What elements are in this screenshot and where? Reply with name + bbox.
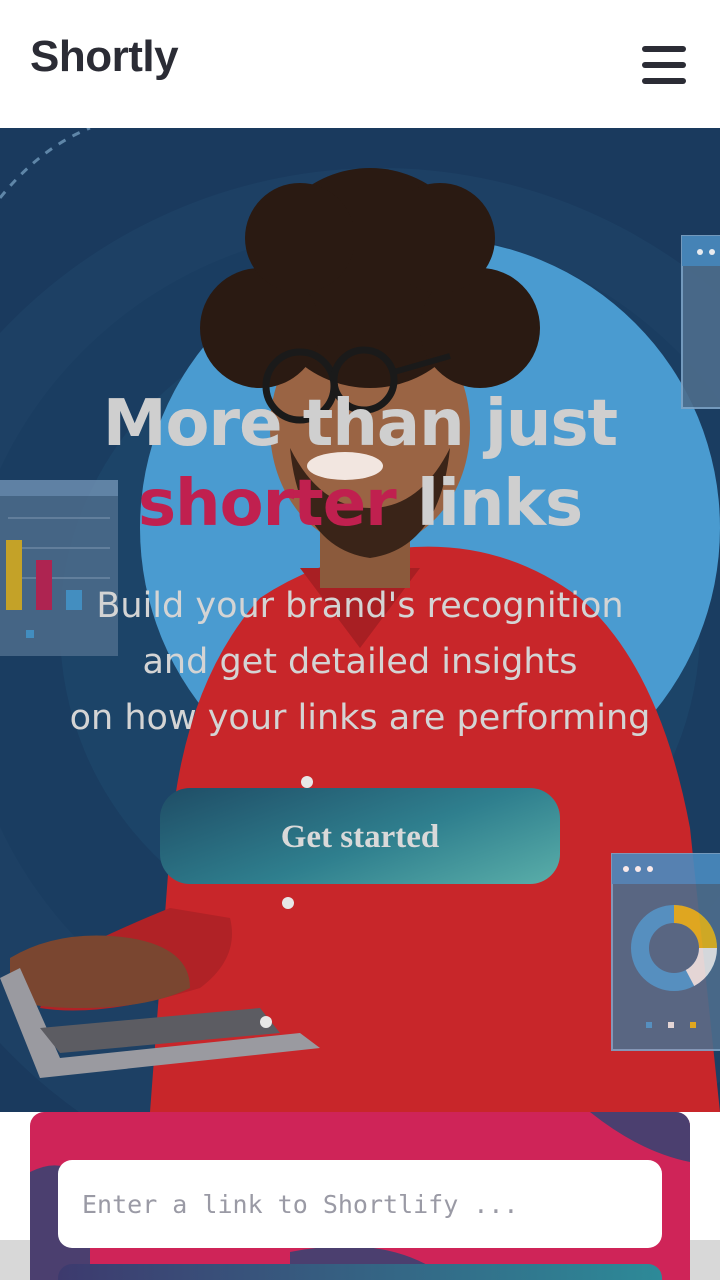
get-started-button[interactable]: Get started — [160, 788, 560, 884]
hair-curl — [385, 183, 495, 293]
hero-subtitle-line1: Build your brand's recognition — [96, 586, 624, 626]
shirt-button — [282, 897, 294, 909]
menu-bar-top — [642, 46, 686, 52]
floating-card-top-right — [681, 235, 720, 409]
link-input[interactable] — [58, 1160, 662, 1248]
page-edge-left — [0, 1240, 30, 1280]
hero-section: More than just shorter links Build your … — [0, 128, 720, 1112]
menu-bar-bottom — [642, 78, 686, 84]
shirt-button — [301, 776, 313, 788]
hair-curl — [245, 183, 355, 293]
logo[interactable]: Shortly — [30, 32, 179, 82]
hero-title-line1: More than just — [102, 387, 618, 461]
hero-subtitle-line2: and get detailed insights — [142, 642, 578, 682]
page-edge-right — [690, 1240, 720, 1280]
shorten-form-card — [30, 1112, 690, 1280]
hamburger-menu-icon[interactable] — [640, 44, 688, 86]
hero-subtitle-line3: on how your links are performing — [69, 698, 651, 738]
dashed-arc — [0, 128, 91, 199]
hero-title-rest: links — [395, 467, 583, 541]
hero-title: More than just shorter links — [0, 384, 720, 544]
hero-title-accent: shorter — [137, 467, 397, 541]
floating-donut-chart-card — [611, 853, 720, 1051]
shorten-button[interactable] — [58, 1264, 662, 1280]
hero-subtitle: Build your brand's recognition and get d… — [0, 578, 720, 746]
site-header: Shortly — [0, 0, 720, 128]
menu-bar-middle — [642, 62, 686, 68]
shirt-button — [260, 1016, 272, 1028]
